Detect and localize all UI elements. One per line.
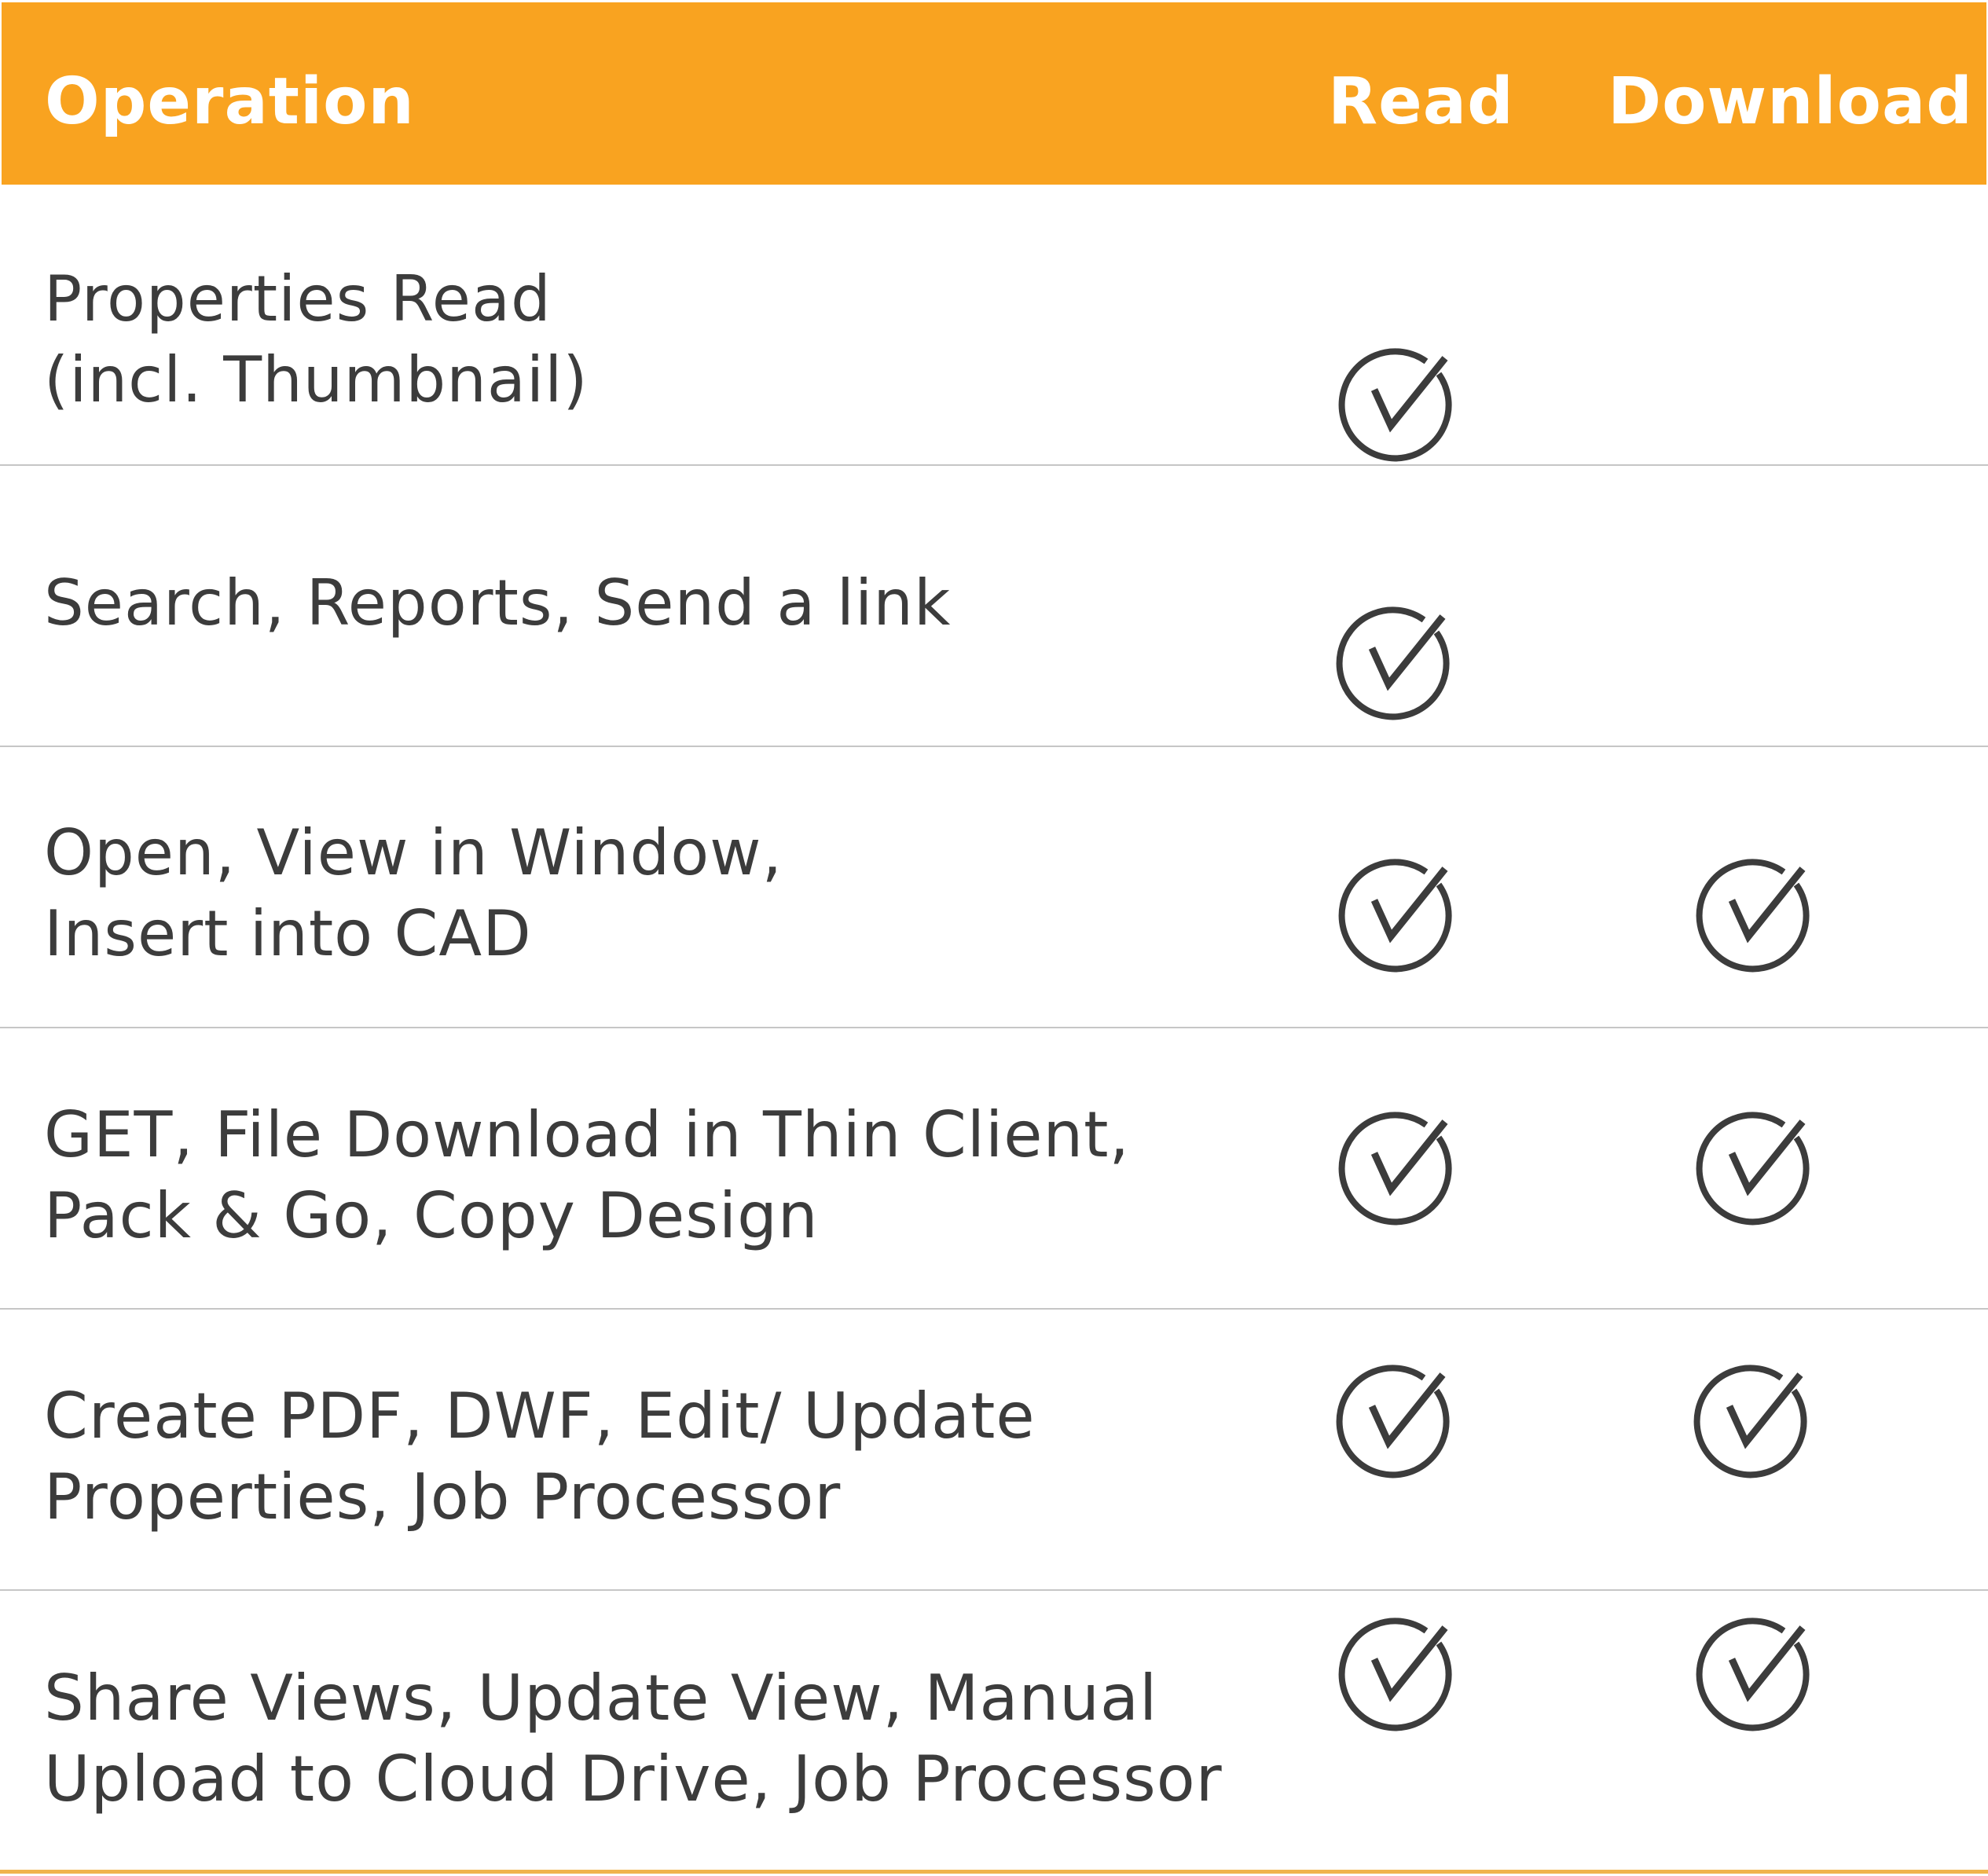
operation-cell: Search, Reports, Send a link xyxy=(44,562,951,643)
check-ring xyxy=(1696,1112,1810,1226)
download-check-icon xyxy=(1696,1614,1814,1731)
operation-line: Properties, Job Processor xyxy=(44,1460,842,1533)
operation-line: (incl. Thumbnail) xyxy=(44,343,589,416)
operation-line: Share Views, Update View, Manual xyxy=(44,1662,1158,1735)
table-row: Properties Read (incl. Thumbnail) xyxy=(0,185,1988,466)
operation-line: GET, File Download in Thin Client, xyxy=(44,1098,1130,1171)
download-check-icon xyxy=(1693,1361,1811,1478)
check-circle-icon xyxy=(1696,1112,1810,1226)
check-mark xyxy=(1370,1119,1448,1196)
table-header: Operation Read Download xyxy=(2,2,1986,185)
read-check-icon xyxy=(1338,855,1456,973)
check-ring xyxy=(1693,1365,1807,1478)
check-mark xyxy=(1726,1372,1803,1449)
check-mark xyxy=(1370,867,1448,943)
download-check-icon xyxy=(1696,855,1814,973)
download-check-icon xyxy=(1696,1108,1814,1226)
table-row: Search, Reports, Send a link xyxy=(0,466,1988,747)
check-mark xyxy=(1370,1625,1448,1702)
header-download: Download xyxy=(1608,64,1974,139)
check-ring xyxy=(1336,1365,1450,1478)
read-check-icon xyxy=(1338,1108,1456,1226)
check-mark xyxy=(1370,356,1448,433)
read-check-icon xyxy=(1338,1614,1456,1731)
check-circle-icon xyxy=(1336,606,1450,720)
check-ring xyxy=(1338,348,1452,462)
check-circle-icon xyxy=(1696,1618,1810,1731)
read-check-icon xyxy=(1336,1361,1454,1478)
operation-line: Search, Reports, Send a link xyxy=(44,566,952,639)
table-row: Share Views, Update View, Manual Upload … xyxy=(0,1591,1988,1874)
check-mark xyxy=(1728,867,1806,943)
check-ring xyxy=(1338,859,1452,973)
check-ring xyxy=(1338,1618,1452,1731)
check-ring xyxy=(1336,606,1450,720)
header-read: Read xyxy=(1328,64,1514,139)
operation-cell: Properties Read (incl. Thumbnail) xyxy=(44,258,589,420)
operation-line: Open, View in Window, xyxy=(44,816,783,889)
check-mark xyxy=(1728,1119,1806,1196)
read-check-icon xyxy=(1338,344,1456,462)
check-circle-icon xyxy=(1338,1112,1452,1226)
operation-line: Insert into CAD xyxy=(44,897,532,970)
operation-cell: GET, File Download in Thin Client, Pack … xyxy=(44,1094,1130,1256)
check-circle-icon xyxy=(1338,859,1452,973)
operation-cell: Open, View in Window, Insert into CAD xyxy=(44,812,783,974)
table-row: GET, File Download in Thin Client, Pack … xyxy=(0,1028,1988,1310)
table-row: Open, View in Window, Insert into CAD xyxy=(0,747,1988,1028)
check-mark xyxy=(1368,614,1446,691)
check-circle-icon xyxy=(1336,1365,1450,1478)
check-circle-icon xyxy=(1338,348,1452,462)
permissions-table: Operation Read Download Properties Read … xyxy=(0,0,1988,1876)
table-row: Create PDF, DWF, Edit/ Update Properties… xyxy=(0,1310,1988,1591)
operation-line: Properties Read xyxy=(44,262,552,335)
read-check-icon xyxy=(1336,603,1454,720)
check-circle-icon xyxy=(1693,1365,1807,1478)
operation-line: Pack & Go, Copy Design xyxy=(44,1179,819,1252)
check-mark xyxy=(1368,1372,1446,1449)
check-circle-icon xyxy=(1696,859,1810,973)
operation-line: Upload to Cloud Drive, Job Processor xyxy=(44,1742,1223,1816)
operation-line: Create PDF, DWF, Edit/ Update xyxy=(44,1380,1036,1453)
header-operation: Operation xyxy=(45,64,415,139)
operation-cell: Share Views, Update View, Manual Upload … xyxy=(44,1658,1223,1819)
check-mark xyxy=(1728,1625,1806,1702)
check-ring xyxy=(1696,1618,1810,1731)
check-circle-icon xyxy=(1338,1618,1452,1731)
operation-cell: Create PDF, DWF, Edit/ Update Properties… xyxy=(44,1376,1036,1537)
check-ring xyxy=(1338,1112,1452,1226)
check-ring xyxy=(1696,859,1810,973)
